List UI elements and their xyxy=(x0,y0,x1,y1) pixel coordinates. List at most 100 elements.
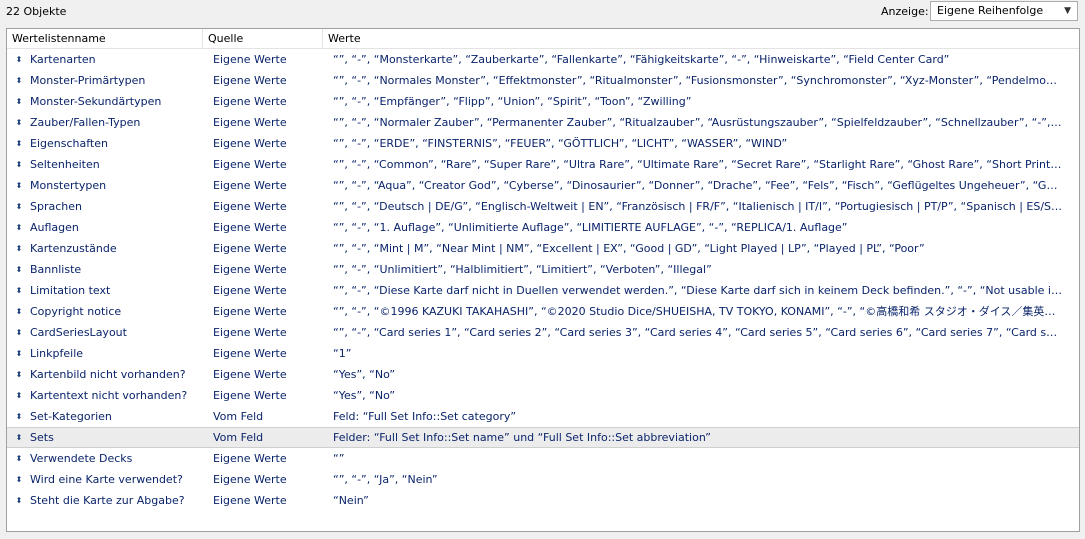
view-label: Anzeige: xyxy=(881,5,929,18)
row-values: “1” xyxy=(333,347,352,360)
column-header-source[interactable]: Quelle xyxy=(203,29,323,48)
table-row[interactable]: ⬍ Kartenarten Eigene Werte “”, “-”, “Monste… xyxy=(7,49,1079,70)
updown-arrows-icon[interactable]: ⬍ xyxy=(14,238,24,259)
updown-arrows-icon[interactable]: ⬍ xyxy=(14,322,24,343)
row-values: “Yes”, “No” xyxy=(333,368,396,381)
table-row[interactable]: ⬍ Steht die Karte zur Abgabe? Eigene Werte… xyxy=(7,490,1079,511)
table-row[interactable]: ⬍ Zauber/Fallen-Typen Eigene Werte “”, “-”,… xyxy=(7,112,1079,133)
updown-arrows-icon[interactable]: ⬍ xyxy=(14,217,24,238)
table-row[interactable]: ⬍ Set-Kategorien Vom Feld Feld: “Full Set I… xyxy=(7,406,1079,427)
table-row[interactable]: ⬍ Sets Vom Feld Felder: “Full Set Info::Set… xyxy=(7,427,1079,448)
row-name: Seltenheiten xyxy=(30,158,100,171)
row-source: Eigene Werte xyxy=(213,221,287,234)
updown-arrows-icon[interactable]: ⬍ xyxy=(14,469,24,490)
row-values: “Yes”, “No” xyxy=(333,389,396,402)
row-source: Eigene Werte xyxy=(213,347,287,360)
row-name: Kartenzustände xyxy=(30,242,117,255)
updown-arrows-icon[interactable]: ⬍ xyxy=(14,70,24,91)
value-list-table: Wertelistenname Quelle Werte ⬍ Kartenarte… xyxy=(6,28,1080,532)
row-name: Monster-Primärtypen xyxy=(30,74,146,87)
row-values: “”, “-”, “Deutsch | DE/G”, “Englisch-Wel… xyxy=(333,200,1063,213)
updown-arrows-icon[interactable]: ⬍ xyxy=(14,196,24,217)
row-source: Eigene Werte xyxy=(213,368,287,381)
table-row[interactable]: ⬍ Seltenheiten Eigene Werte “”, “-”, “Commo… xyxy=(7,154,1079,175)
row-source: Eigene Werte xyxy=(213,242,287,255)
updown-arrows-icon[interactable]: ⬍ xyxy=(14,385,24,406)
row-source: Eigene Werte xyxy=(213,53,287,66)
updown-arrows-icon[interactable]: ⬍ xyxy=(14,175,24,196)
row-name: Copyright notice xyxy=(30,305,122,318)
table-header: Wertelistenname Quelle Werte xyxy=(7,29,1079,49)
updown-arrows-icon[interactable]: ⬍ xyxy=(14,448,24,469)
view-select-value: Eigene Reihenfolge xyxy=(937,4,1044,17)
table-row[interactable]: ⬍ Linkpfeile Eigene Werte “1” xyxy=(7,343,1079,364)
row-source: Eigene Werte xyxy=(213,473,287,486)
table-row[interactable]: ⬍ CardSeriesLayout Eigene Werte “”, “-”, “C… xyxy=(7,322,1079,343)
table-row[interactable]: ⬍ Monstertypen Eigene Werte “”, “-”, “Aqua”… xyxy=(7,175,1079,196)
updown-arrows-icon[interactable]: ⬍ xyxy=(14,364,24,385)
row-source: Eigene Werte xyxy=(213,389,287,402)
column-header-name[interactable]: Wertelistenname xyxy=(7,29,203,48)
row-source: Eigene Werte xyxy=(213,452,287,465)
table-row[interactable]: ⬍ Wird eine Karte verwendet? Eigene Werte “… xyxy=(7,469,1079,490)
row-name: Zauber/Fallen-Typen xyxy=(30,116,141,129)
row-values: “”, “-”, “Common”, “Rare”, “Super Rare”,… xyxy=(333,158,1063,171)
row-values: “”, “-”, “©1996 KAZUKI TAKAHASHI”, “©202… xyxy=(333,305,1063,318)
row-source: Eigene Werte xyxy=(213,284,287,297)
row-source: Vom Feld xyxy=(213,410,264,423)
table-row[interactable]: ⬍ Sprachen Eigene Werte “”, “-”, “Deutsch |… xyxy=(7,196,1079,217)
updown-arrows-icon[interactable]: ⬍ xyxy=(14,259,24,280)
row-source: Eigene Werte xyxy=(213,179,287,192)
view-select[interactable]: Eigene Reihenfolge ▼ xyxy=(930,1,1078,21)
row-values: “”, “-”, “Mint | M”, “Near Mint | NM”, “… xyxy=(333,242,925,255)
row-name: Wird eine Karte verwendet? xyxy=(30,473,183,486)
table-row[interactable]: ⬍ Monster-Primärtypen Eigene Werte “”, “-”,… xyxy=(7,70,1079,91)
row-name: Eigenschaften xyxy=(30,137,108,150)
row-name: Bannliste xyxy=(30,263,82,276)
row-name: Set-Kategorien xyxy=(30,410,112,423)
row-values: Feld: “Full Set Info::Set category” xyxy=(333,410,517,423)
updown-arrows-icon[interactable]: ⬍ xyxy=(14,280,24,301)
updown-arrows-icon[interactable]: ⬍ xyxy=(14,91,24,112)
table-row[interactable]: ⬍ Auflagen Eigene Werte “”, “-”, “1. Auflag… xyxy=(7,217,1079,238)
updown-arrows-icon[interactable]: ⬍ xyxy=(14,112,24,133)
row-name: CardSeriesLayout xyxy=(30,326,127,339)
table-row[interactable]: ⬍ Monster-Sekundärtypen Eigene Werte “”, “-… xyxy=(7,91,1079,112)
column-header-values[interactable]: Werte xyxy=(323,29,1073,48)
row-name: Monster-Sekundärtypen xyxy=(30,95,162,108)
table-row[interactable]: ⬍ Kartenzustände Eigene Werte “”, “-”, “Min… xyxy=(7,238,1079,259)
table-row[interactable]: ⬍ Kartentext nicht vorhanden? Eigene Werte… xyxy=(7,385,1079,406)
row-source: Eigene Werte xyxy=(213,74,287,87)
row-values: “”, “-”, “Card series 1”, “Card series 2… xyxy=(333,326,1063,339)
updown-arrows-icon[interactable]: ⬍ xyxy=(14,428,24,447)
row-values: “”, “-”, “Normaler Zauber”, “Permanenter… xyxy=(333,116,1063,129)
row-name: Kartenbild nicht vorhanden? xyxy=(30,368,186,381)
row-name: Kartenarten xyxy=(30,53,96,66)
updown-arrows-icon[interactable]: ⬍ xyxy=(14,154,24,175)
row-name: Linkpfeile xyxy=(30,347,84,360)
updown-arrows-icon[interactable]: ⬍ xyxy=(14,490,24,511)
chevron-down-icon: ▼ xyxy=(1064,6,1071,16)
row-name: Limitation text xyxy=(30,284,111,297)
updown-arrows-icon[interactable]: ⬍ xyxy=(14,301,24,322)
updown-arrows-icon[interactable]: ⬍ xyxy=(14,133,24,154)
updown-arrows-icon[interactable]: ⬍ xyxy=(14,49,24,70)
row-values: “”, “-”, “Ja”, “Nein” xyxy=(333,473,438,486)
table-row[interactable]: ⬍ Kartenbild nicht vorhanden? Eigene Werte… xyxy=(7,364,1079,385)
table-row[interactable]: ⬍ Limitation text Eigene Werte “”, “-”, “Di… xyxy=(7,280,1079,301)
table-row[interactable]: ⬍ Bannliste Eigene Werte “”, “-”, “Unlimiti… xyxy=(7,259,1079,280)
row-source: Eigene Werte xyxy=(213,305,287,318)
updown-arrows-icon[interactable]: ⬍ xyxy=(14,343,24,364)
row-name: Sets xyxy=(30,431,54,444)
table-row[interactable]: ⬍ Copyright notice Eigene Werte “”, “-”, “©… xyxy=(7,301,1079,322)
row-values: “”, “-”, “Normales Monster”, “Effektmons… xyxy=(333,74,1063,87)
row-values: “”, “-”, “1. Auflage”, “Unlimitierte Auf… xyxy=(333,221,848,234)
table-row[interactable]: ⬍ Eigenschaften Eigene Werte “”, “-”, “ERDE… xyxy=(7,133,1079,154)
toolbar: 22 Objekte Anzeige: Eigene Reihenfolge ▼ xyxy=(0,0,1085,26)
table-row[interactable]: ⬍ Verwendete Decks Eigene Werte “” xyxy=(7,448,1079,469)
row-name: Steht die Karte zur Abgabe? xyxy=(30,494,185,507)
row-source: Eigene Werte xyxy=(213,200,287,213)
row-source: Eigene Werte xyxy=(213,158,287,171)
row-source: Eigene Werte xyxy=(213,95,287,108)
updown-arrows-icon[interactable]: ⬍ xyxy=(14,406,24,427)
